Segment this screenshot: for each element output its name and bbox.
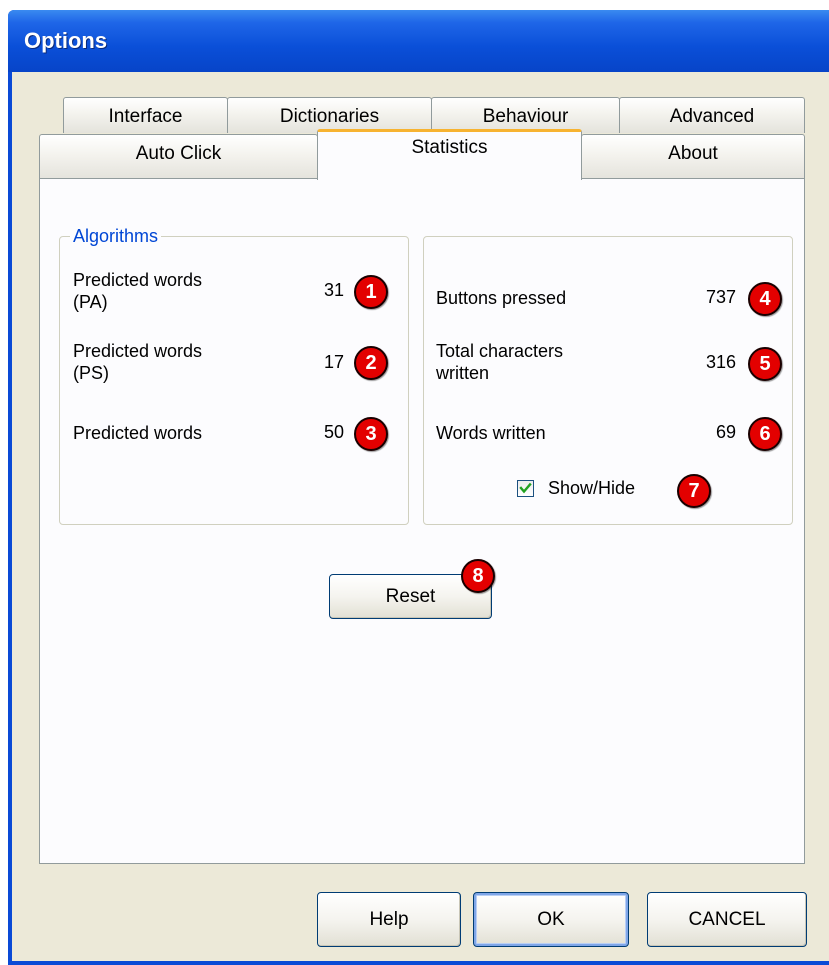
- buttons-pressed-value: 737: [705, 287, 736, 307]
- tab-dictionaries[interactable]: Dictionaries: [227, 97, 432, 133]
- algorithms-group-title: Algorithms: [70, 226, 162, 247]
- show-hide-checkbox[interactable]: [517, 480, 534, 497]
- tab-statistics[interactable]: Statistics: [317, 129, 582, 180]
- words-written-value: 69: [715, 422, 736, 442]
- show-hide-label[interactable]: Show/Hide: [548, 477, 635, 499]
- callout-badge-8: 8: [461, 559, 495, 593]
- tab-interface[interactable]: Interface: [63, 97, 228, 133]
- tab-advanced[interactable]: Advanced: [619, 97, 805, 133]
- callout-badge-1: 1: [354, 275, 388, 309]
- predicted-words-pa-value: 31: [323, 280, 344, 300]
- callout-badge-4: 4: [748, 282, 782, 316]
- help-button[interactable]: Help: [317, 892, 461, 947]
- window-title: Options: [24, 28, 108, 53]
- predicted-words-pa-label: Predicted words (PA): [73, 270, 203, 312]
- callout-badge-3: 3: [354, 417, 388, 451]
- cancel-button[interactable]: CANCEL: [647, 892, 807, 947]
- total-characters-label: Total characters written: [436, 341, 564, 383]
- title-bar[interactable]: Options: [8, 10, 829, 72]
- callout-badge-2: 2: [354, 346, 388, 380]
- callout-badge-7: 7: [677, 474, 711, 508]
- callout-badge-6: 6: [748, 417, 782, 451]
- buttons-pressed-label: Buttons pressed: [436, 288, 567, 308]
- statistics-panel: Algorithms Predicted words (PA) 31 1 Pre…: [39, 178, 805, 864]
- tab-auto-click[interactable]: Auto Click: [39, 134, 318, 179]
- checkmark-icon: [519, 482, 532, 494]
- dialog-body: Interface Dictionaries Behaviour Advance…: [12, 72, 829, 961]
- predicted-words-value: 50: [323, 422, 344, 442]
- predicted-words-ps-value: 17: [323, 352, 344, 372]
- predicted-words-ps-label: Predicted words (PS): [73, 341, 203, 383]
- ok-button[interactable]: OK: [473, 892, 629, 947]
- tab-behaviour[interactable]: Behaviour: [431, 97, 620, 133]
- total-characters-value: 316: [705, 352, 736, 372]
- options-window: Options Interface Dictionaries Behaviour…: [8, 10, 829, 965]
- predicted-words-label: Predicted words: [73, 423, 203, 443]
- words-written-label: Words written: [436, 423, 546, 443]
- callout-badge-5: 5: [748, 347, 782, 381]
- tab-about[interactable]: About: [581, 134, 805, 179]
